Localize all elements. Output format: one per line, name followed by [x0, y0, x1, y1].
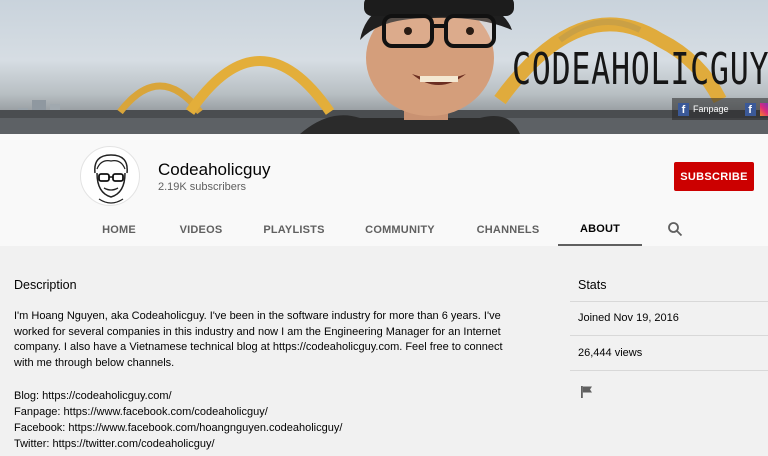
description-heading: Description [14, 278, 77, 292]
description-text: I'm Hoang Nguyen, aka Codeaholicguy. I'v… [14, 310, 503, 370]
tab-videos[interactable]: VIDEOS [172, 214, 230, 246]
fanpage-link[interactable]: Fanpage: https://www.facebook.com/codeah… [14, 406, 268, 418]
flag-icon[interactable] [580, 385, 594, 399]
view-count: 26,444 views [578, 347, 643, 359]
about-section: Description I'm Hoang Nguyen, aka Codeah… [0, 246, 768, 456]
channel-name[interactable]: Codeaholicguy [158, 160, 270, 180]
fanpage-link[interactable]: Fanpage [693, 104, 729, 114]
facebook-link[interactable]: Facebook: https://www.facebook.com/hoang… [14, 422, 342, 434]
stats-divider [570, 301, 768, 302]
blog-link[interactable]: Blog: https://codeaholicguy.com/ [14, 390, 172, 402]
channel-avatar[interactable] [80, 146, 140, 206]
twitter-link[interactable]: Twitter: https://twitter.com/codeaholicg… [14, 438, 215, 450]
facebook-icon[interactable]: f [744, 102, 756, 116]
stats-divider [570, 370, 768, 371]
stats-divider [570, 335, 768, 336]
stats-heading: Stats [578, 278, 607, 292]
facebook-icon[interactable]: f [678, 102, 689, 116]
tab-home[interactable]: HOME [94, 214, 144, 246]
channel-tabs: HOME VIDEOS PLAYLISTS COMMUNITY CHANNELS… [0, 214, 768, 246]
search-icon[interactable] [664, 214, 686, 244]
subscriber-count: 2.19K subscribers [158, 181, 247, 193]
banner-social-links: f Fanpage f [672, 98, 768, 120]
joined-date: Joined Nov 19, 2016 [578, 312, 679, 324]
channel-header: Codeaholicguy 2.19K subscribers SUBSCRIB… [0, 134, 768, 246]
banner-title: CODEAHOLICGUY [512, 44, 768, 95]
tab-playlists[interactable]: PLAYLISTS [258, 214, 330, 246]
avatar-sketch [94, 154, 128, 204]
tab-channels[interactable]: CHANNELS [470, 214, 546, 246]
channel-banner: CODEAHOLICGUY f Fanpage f [0, 0, 768, 134]
tab-about[interactable]: ABOUT [558, 214, 642, 246]
instagram-icon[interactable] [759, 102, 768, 116]
subscribe-button[interactable]: SUBSCRIBE [674, 162, 754, 191]
tab-community[interactable]: COMMUNITY [360, 214, 440, 246]
